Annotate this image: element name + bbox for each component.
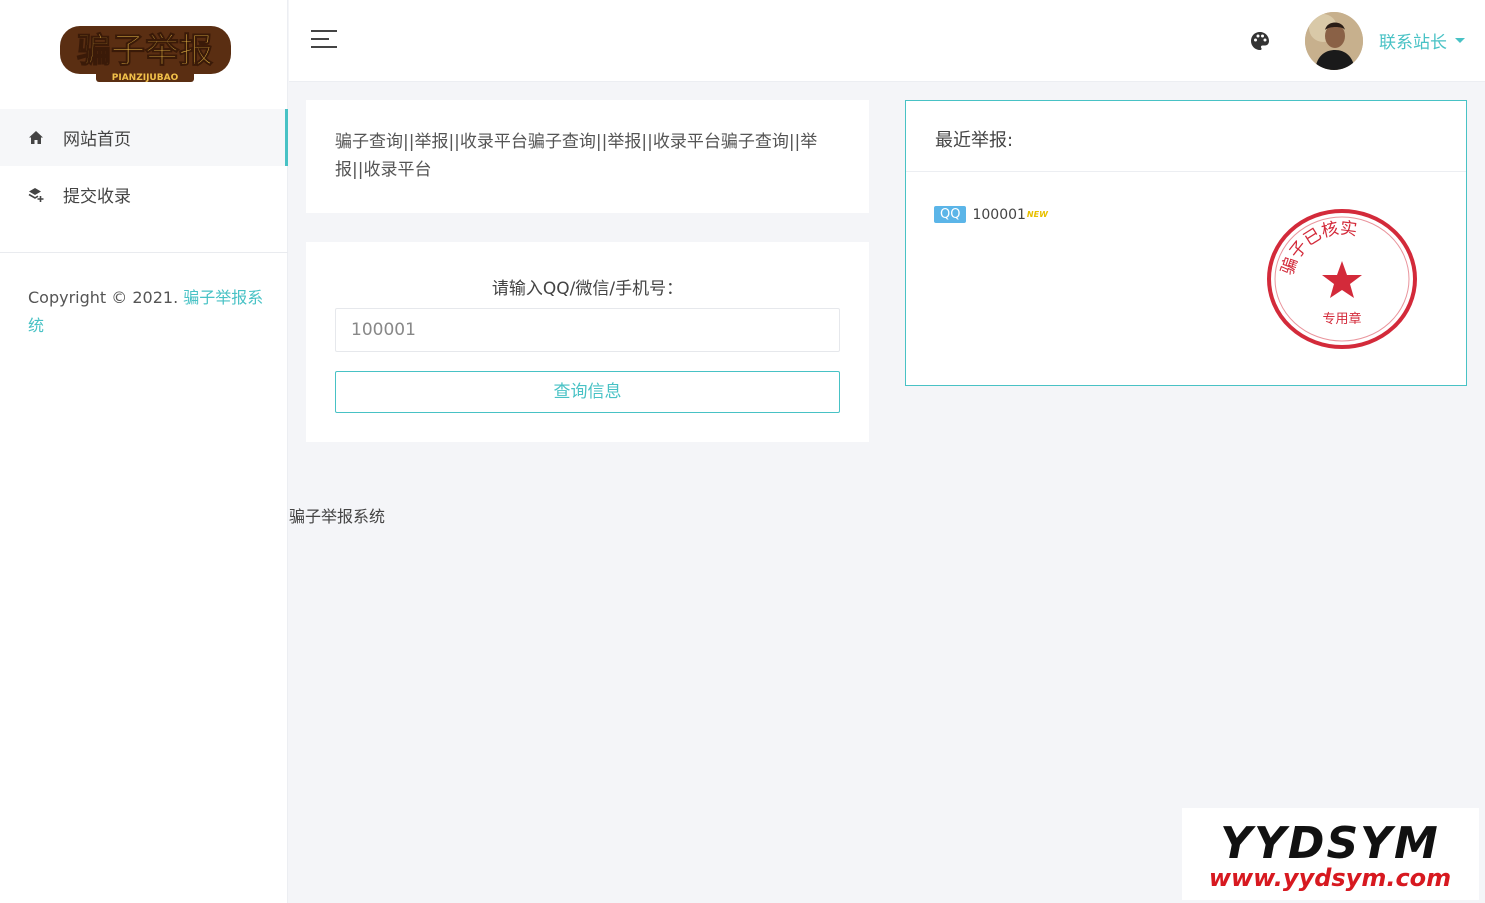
query-label: 请输入QQ/微信/手机号：	[491, 279, 684, 299]
menu-icon-bar	[311, 30, 337, 32]
footer-text: 骗子举报系统	[289, 507, 386, 526]
menu-toggle-button[interactable]	[311, 30, 337, 52]
qq-badge: QQ	[934, 206, 967, 223]
stamp-text: 骗子已核实	[1278, 218, 1359, 277]
sidebar-nav: 网站首页 提交收录	[0, 109, 288, 223]
watermark-logo: YYDSYM www.yydsym.com	[1182, 808, 1479, 900]
sidebar-divider	[0, 252, 288, 253]
query-input[interactable]	[335, 308, 840, 352]
site-logo[interactable]: 骗子举报 PIANZIJUBAO	[58, 20, 233, 84]
copyright-text: Copyright © 2021. 骗子举报系统	[28, 284, 268, 340]
recent-divider	[906, 171, 1466, 172]
new-badge: NEW	[1026, 210, 1048, 219]
copyright-prefix: Copyright © 2021.	[28, 288, 184, 307]
menu-icon-bar	[311, 38, 329, 40]
avatar-image	[1305, 12, 1363, 70]
sidebar-item-label: 网站首页	[63, 130, 131, 150]
svg-text:YYDSYM: YYDSYM	[1220, 818, 1440, 869]
recent-title: 最近举报:	[935, 130, 1014, 151]
user-name-label: 联系站长	[1379, 33, 1447, 53]
menu-icon-bar	[311, 46, 337, 48]
sidebar-item-home[interactable]: 网站首页	[0, 109, 288, 166]
layers-plus-icon	[28, 187, 44, 202]
palette-icon[interactable]	[1249, 30, 1271, 52]
user-menu-dropdown[interactable]: 联系站长	[1379, 28, 1465, 53]
svg-text:骗子举报: 骗子举报	[77, 31, 213, 71]
report-number: 100001	[972, 206, 1026, 223]
recent-reports-card: 最近举报: QQ 100001 NEW 骗子已核实 专用章	[905, 100, 1467, 386]
recent-report-item[interactable]: QQ 100001 NEW	[934, 206, 1048, 223]
caret-down-icon	[1455, 38, 1465, 43]
query-button[interactable]: 查询信息	[335, 371, 840, 413]
svg-text:专用章: 专用章	[1322, 311, 1361, 327]
sidebar: 骗子举报 PIANZIJUBAO 网站首页 提交收录 Copyright © 2…	[0, 0, 288, 903]
sidebar-item-label: 提交收录	[63, 187, 131, 207]
sidebar-item-submit[interactable]: 提交收录	[0, 166, 288, 223]
description-text: 骗子查询||举报||收录平台骗子查询||举报||收录平台骗子查询||举报||收录…	[335, 132, 818, 180]
svg-text:PIANZIJUBAO: PIANZIJUBAO	[112, 73, 179, 83]
svg-text:www.yydsym.com: www.yydsym.com	[1209, 864, 1451, 892]
description-card: 骗子查询||举报||收录平台骗子查询||举报||收录平台骗子查询||举报||收录…	[306, 100, 869, 213]
home-icon	[29, 130, 43, 144]
top-header: 联系站长	[289, 0, 1485, 82]
avatar[interactable]	[1305, 12, 1363, 70]
verified-stamp-image: 骗子已核实 专用章	[1267, 209, 1417, 349]
